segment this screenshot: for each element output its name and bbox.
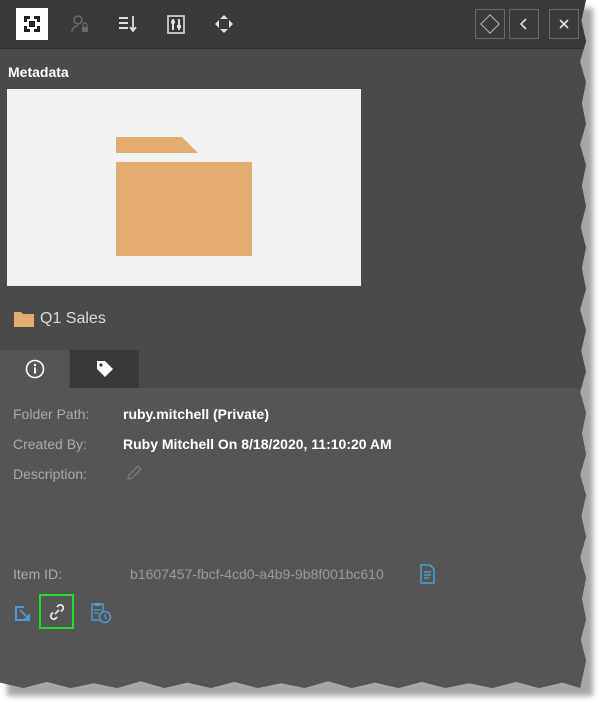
metadata-panel: Metadata Q1 Sales Folder Path: ruby.mitc… (0, 0, 586, 688)
created-by-value: Ruby Mitchell On 8/18/2020, 11:10:20 AM (123, 436, 392, 452)
folder-large-icon (116, 137, 252, 256)
schedule-icon[interactable] (89, 601, 113, 630)
info-icon (25, 359, 44, 379)
sort-list-icon[interactable] (112, 8, 144, 40)
diamond-button[interactable] (475, 9, 505, 39)
copy-id-icon[interactable] (416, 563, 438, 590)
section-title: Metadata (8, 64, 69, 80)
tab-info[interactable] (0, 350, 69, 388)
details-panel (0, 388, 586, 688)
tools-icon[interactable] (160, 8, 192, 40)
chevron-left-icon (519, 18, 527, 30)
created-by-label: Created By: (13, 436, 87, 452)
move-to-icon[interactable] (12, 602, 34, 629)
close-button[interactable] (549, 9, 579, 39)
description-label: Description: (13, 466, 87, 482)
folder-name: Q1 Sales (40, 310, 106, 327)
folder-icon (14, 312, 34, 327)
diamond-icon (480, 14, 500, 34)
item-id-label: Item ID: (13, 566, 63, 582)
edit-description-icon[interactable] (125, 464, 143, 487)
folder-path-label: Folder Path: (13, 406, 90, 422)
move-icon[interactable] (208, 8, 240, 40)
tab-tags[interactable] (70, 350, 139, 388)
item-id-value: b1607457-fbcf-4cd0-a4b9-9b8f001bc610 (130, 566, 384, 582)
folder-title-row: Q1 Sales (14, 308, 106, 330)
back-button[interactable] (509, 9, 539, 39)
user-lock-icon[interactable] (64, 8, 96, 40)
copy-link-button[interactable] (39, 594, 74, 629)
tag-icon (96, 361, 113, 377)
folder-preview (7, 89, 361, 286)
app-logo-icon[interactable] (16, 8, 48, 40)
link-icon (49, 603, 64, 620)
toolbar (0, 0, 586, 49)
folder-path-value: ruby.mitchell (Private) (123, 406, 270, 422)
tab-bar (0, 350, 586, 388)
close-icon (559, 19, 569, 29)
